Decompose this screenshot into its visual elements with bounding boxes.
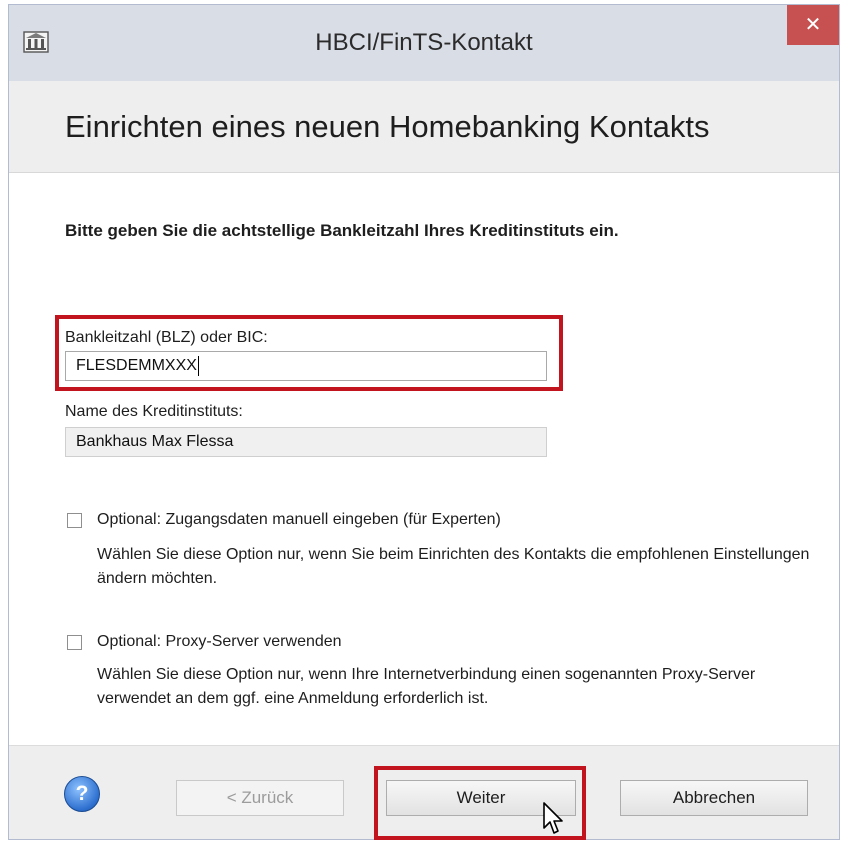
page-title: Einrichten eines neuen Homebanking Konta… <box>65 109 710 144</box>
mouse-pointer-icon <box>543 802 563 834</box>
proxy-server-checkbox[interactable] <box>67 635 82 650</box>
bank-name-label: Name des Kreditinstituts: <box>65 403 243 420</box>
text-caret <box>197 355 199 376</box>
proxy-server-description: Wählen Sie diese Option nur, wenn Ihre I… <box>97 666 756 707</box>
help-icon[interactable]: ? <box>64 776 100 812</box>
close-button[interactable]: ✕ <box>787 5 839 45</box>
title-bar[interactable]: HBCI/FinTS-Kontakt ✕ <box>9 5 839 81</box>
manual-credentials-checkbox[interactable] <box>67 513 82 528</box>
cancel-button[interactable]: Abbrechen <box>620 780 808 816</box>
window-title: HBCI/FinTS-Kontakt <box>315 29 533 56</box>
bank-name-value: Bankhaus Max Flessa <box>76 433 234 450</box>
back-button[interactable]: < Zurück <box>176 780 344 816</box>
blz-input[interactable]: FLESDEMMXXX <box>65 351 547 381</box>
wizard-header: Einrichten eines neuen Homebanking Konta… <box>9 81 839 173</box>
blz-label: Bankleitzahl (BLZ) oder BIC: <box>65 329 268 346</box>
manual-credentials-description: Wählen Sie diese Option nur, wenn Sie be… <box>97 546 810 587</box>
blz-input-value: FLESDEMMXXX <box>76 357 197 374</box>
proxy-server-label[interactable]: Optional: Proxy-Server verwenden <box>97 633 342 651</box>
bank-name-field: Bankhaus Max Flessa <box>65 427 547 457</box>
dialog-window: HBCI/FinTS-Kontakt ✕ Einrichten eines ne… <box>8 4 840 840</box>
instruction-text: Bitte geben Sie die achtstellige Banklei… <box>65 221 619 240</box>
manual-credentials-label[interactable]: Optional: Zugangsdaten manuell eingeben … <box>97 511 501 529</box>
